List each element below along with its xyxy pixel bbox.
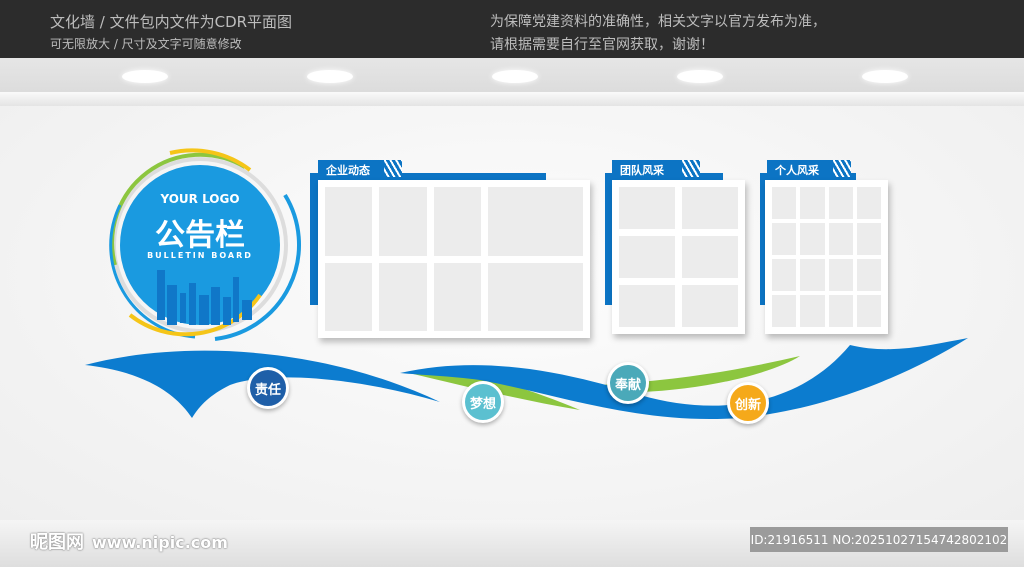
board-title: 团队风采	[612, 160, 682, 177]
photo-slot	[433, 187, 482, 256]
photo-slot	[856, 295, 881, 327]
board-title: 企业动态	[318, 160, 384, 177]
stripe-decoration	[682, 160, 700, 177]
photo-slot	[800, 259, 825, 291]
photo-slot	[772, 295, 797, 327]
watermark-url: www.nipic.com	[92, 533, 228, 552]
photo-slot	[856, 187, 881, 219]
stripe-decoration	[833, 160, 851, 177]
value-medal-innovation: 创新	[727, 382, 769, 424]
photo-slot	[619, 236, 675, 278]
value-medal-dedication: 奉献	[607, 362, 649, 404]
photo-slot	[828, 259, 853, 291]
logo-placeholder-text: YOUR LOGO	[160, 192, 240, 206]
photo-slot	[379, 187, 427, 256]
photo-slot	[488, 187, 583, 256]
board-panel	[765, 180, 888, 334]
photo-slot	[488, 262, 583, 331]
photo-slot	[379, 262, 427, 331]
photo-slot	[800, 295, 825, 327]
photo-slot	[772, 223, 797, 255]
image-id-badge: ID:21916511 NO:20251027154742802102	[750, 527, 1008, 552]
photo-slot	[856, 223, 881, 255]
value-medal-dream: 梦想	[462, 381, 504, 423]
photo-slot	[325, 262, 373, 331]
photo-slot	[800, 223, 825, 255]
watermark-brand: 昵图网	[30, 532, 84, 553]
logo-title: 公告栏	[155, 218, 245, 253]
board-panel	[612, 180, 745, 334]
watermark-logo: 昵图网 www.nipic.com	[30, 528, 228, 554]
photo-slot	[772, 259, 797, 291]
photo-slot	[828, 223, 853, 255]
photo-slot	[828, 295, 853, 327]
photo-slot	[619, 187, 675, 229]
board-title: 个人风采	[767, 160, 833, 177]
board-panel	[318, 180, 590, 338]
photo-slot	[828, 187, 853, 219]
photo-slot	[619, 285, 675, 327]
photo-slot	[682, 236, 738, 278]
value-medal-responsibility: 责任	[247, 367, 289, 409]
photo-slot	[800, 187, 825, 219]
logo-subtitle: BULLETIN BOARD	[147, 251, 253, 260]
photo-slot	[856, 259, 881, 291]
photo-slot	[325, 187, 373, 256]
photo-slot	[433, 262, 482, 331]
photo-slot	[682, 187, 738, 229]
stripe-decoration	[384, 160, 402, 177]
photo-slot	[772, 187, 797, 219]
photo-slot	[682, 285, 738, 327]
